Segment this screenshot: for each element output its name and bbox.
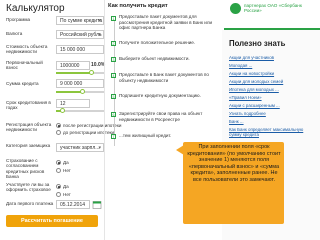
calculator-title: Калькулятор	[6, 3, 65, 14]
calendar-icon[interactable]	[92, 200, 102, 209]
callout-text: При заполнении поля «срок кредитования» …	[187, 144, 281, 183]
online-radio-yes[interactable]	[56, 184, 61, 189]
down-payment-slider-fill	[56, 72, 92, 74]
steps-connector	[113, 18, 115, 146]
loan-amount-input[interactable]: 9 000 000	[56, 79, 104, 88]
online-option-yes: Да	[63, 184, 69, 189]
step-text-6: Зарегистрируйте свои права на объект нед…	[119, 111, 203, 122]
sidebar-link[interactable]: Как Банк определяет максимальную сумму к…	[229, 127, 317, 137]
registration-label: Регистрация объекта недвижимости	[6, 122, 52, 133]
sidebar-link[interactable]: Акции с расширенным ...	[229, 103, 280, 108]
loan-amount-label: Сумма кредита	[6, 81, 39, 86]
program-select[interactable]: По сумме кредита	[56, 16, 104, 26]
loan-term-slider-handle[interactable]	[60, 108, 65, 113]
online-radio-no[interactable]	[56, 192, 61, 197]
property-cost-label: Стоимость объекта недвижимости	[6, 44, 48, 55]
useful-title: Полезно знать	[229, 39, 286, 48]
sberbank-logo-icon	[230, 3, 241, 14]
down-payment-label: Первоначальный взнос	[6, 60, 43, 71]
calculate-button[interactable]: Рассчитать погашение	[6, 215, 98, 227]
step-text-5: Подпишите кредитную документацию.	[119, 93, 201, 98]
currency-label: Валюта	[6, 31, 23, 36]
sidebar-link[interactable]: Акции для молодых семей	[229, 79, 283, 84]
insurance-option-no: Нет	[63, 168, 71, 173]
step-text-3: Выберите объект недвижимости.	[119, 56, 190, 61]
date-label: Дата первого платежа	[6, 201, 54, 206]
insurance-radio-no[interactable]	[56, 168, 61, 173]
online-option-no: Нет	[63, 192, 71, 197]
borrower-select[interactable]: участник зарпл...	[56, 143, 104, 153]
step-text-2: Получите положительное решение.	[119, 40, 196, 45]
borrower-label: Категория заемщика	[6, 143, 51, 148]
step-text-1: Предоставьте пакет документов для рассмо…	[119, 14, 213, 31]
step-number-3: 3	[111, 57, 116, 62]
step-number-1: 1	[111, 16, 116, 21]
sidebar-link[interactable]: Молодая ...	[229, 63, 252, 68]
registration-radio-before[interactable]	[56, 130, 61, 135]
online-label: Участвуете ли вы за оформить страховое	[6, 182, 51, 193]
sidebar-accent-line	[224, 28, 320, 30]
step-number-7: 7	[111, 134, 116, 139]
insurance-option-yes: Да	[63, 160, 69, 165]
program-label: Программа	[6, 17, 31, 22]
how-to-title: Как получить кредит	[108, 3, 168, 9]
currency-select[interactable]: Российский рубль	[56, 30, 104, 40]
loan-amount-slider-fill	[56, 91, 82, 93]
step-number-4: 4	[111, 73, 116, 78]
sidebar-link[interactable]: Ипотека для молодых ...	[229, 87, 279, 92]
loan-amount-slider-handle[interactable]	[80, 89, 85, 94]
loan-term-input[interactable]: 12	[56, 99, 90, 108]
insurance-radio-yes[interactable]	[56, 160, 61, 165]
down-payment-slider-handle[interactable]	[89, 70, 94, 75]
column-divider	[104, 0, 105, 240]
sidebar-link[interactable]: Узнать подробнее	[229, 111, 266, 116]
sidebar-link[interactable]: Акции для участников	[229, 55, 274, 60]
step-text-4: Предоставьте в Банк пакет документов по …	[119, 72, 209, 83]
step-number-6: 6	[111, 112, 116, 117]
registration-radio-after[interactable]	[56, 123, 61, 128]
sidebar-link[interactable]: Акции на новостройки	[229, 71, 274, 76]
partner-logo-text: партнерах ОАО «Сбербанк России»	[244, 3, 302, 14]
sidebar-link[interactable]: Банк ...	[229, 119, 244, 124]
insurance-label: Страхование с согласованием кредитных ри…	[6, 158, 45, 180]
down-payment-input[interactable]: 1000000	[56, 61, 90, 70]
step-number-2: 2	[111, 41, 116, 46]
step-text-7: ...тем жилищный кредит.	[119, 133, 172, 138]
sidebar-link[interactable]: «Правил Ноем»	[229, 95, 262, 100]
registration-option-before: до регистрации ипотеки	[63, 130, 115, 135]
loan-term-label: Срок кредитования в годах	[6, 100, 51, 111]
property-cost-input[interactable]: 15 000 000	[56, 45, 104, 54]
step-number-5: 5	[111, 94, 116, 99]
date-input[interactable]: 05.12.2014	[56, 200, 90, 209]
